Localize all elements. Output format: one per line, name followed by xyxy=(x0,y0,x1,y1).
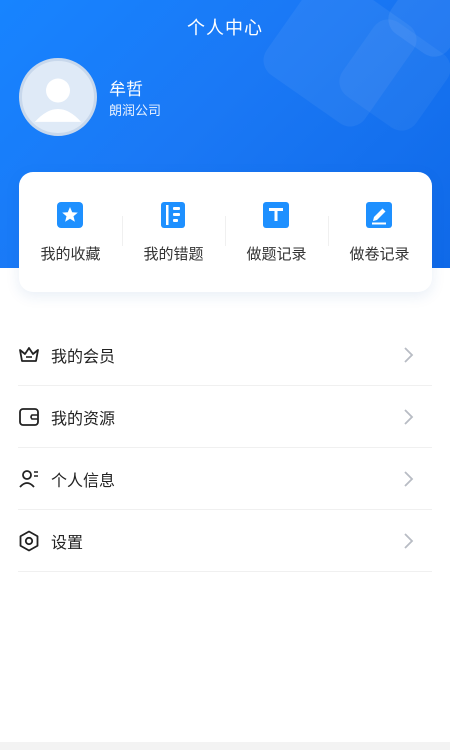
chevron-right-icon xyxy=(404,471,414,487)
menu-item-membership[interactable]: 我的会员 xyxy=(18,324,432,386)
avatar[interactable] xyxy=(19,58,97,136)
quick-action-label: 我的错题 xyxy=(143,245,204,263)
user-name: 牟哲 xyxy=(109,80,143,100)
menu-item-label: 设置 xyxy=(51,533,84,552)
avatar-placeholder-icon xyxy=(34,78,82,122)
chevron-right-icon xyxy=(404,347,414,363)
crown-icon xyxy=(19,347,39,362)
menu-item-settings[interactable]: 设置 xyxy=(18,510,432,572)
star-icon xyxy=(57,202,83,228)
menu-item-label: 我的资源 xyxy=(51,409,116,428)
quick-actions-card: 我的收藏 我的错题 做题记录 做卷记录 xyxy=(19,172,432,292)
menu-item-label: 个人信息 xyxy=(51,471,116,490)
user-company: 朗润公司 xyxy=(109,104,162,119)
quick-action-label: 我的收藏 xyxy=(40,245,101,263)
user-icon xyxy=(19,470,38,488)
quick-action-practice-records[interactable]: 做题记录 xyxy=(225,172,328,292)
bottom-nav-edge xyxy=(0,742,450,750)
settings-icon xyxy=(19,530,39,552)
page-title: 个人中心 xyxy=(187,18,263,39)
menu-item-label: 我的会员 xyxy=(51,347,116,366)
quick-action-exam-records[interactable]: 做卷记录 xyxy=(328,172,431,292)
quick-action-favorites[interactable]: 我的收藏 xyxy=(19,172,122,292)
chevron-right-icon xyxy=(404,409,414,425)
chevron-right-icon xyxy=(404,533,414,549)
notebook-icon xyxy=(161,202,185,228)
wallet-icon xyxy=(19,408,39,426)
menu-item-resources[interactable]: 我的资源 xyxy=(18,386,432,448)
pencil-icon xyxy=(366,202,392,228)
quick-action-wrong-questions[interactable]: 我的错题 xyxy=(122,172,225,292)
menu-item-personal-info[interactable]: 个人信息 xyxy=(18,448,432,510)
quick-action-label: 做卷记录 xyxy=(349,245,410,263)
record-icon xyxy=(263,202,289,228)
quick-action-label: 做题记录 xyxy=(246,245,307,263)
